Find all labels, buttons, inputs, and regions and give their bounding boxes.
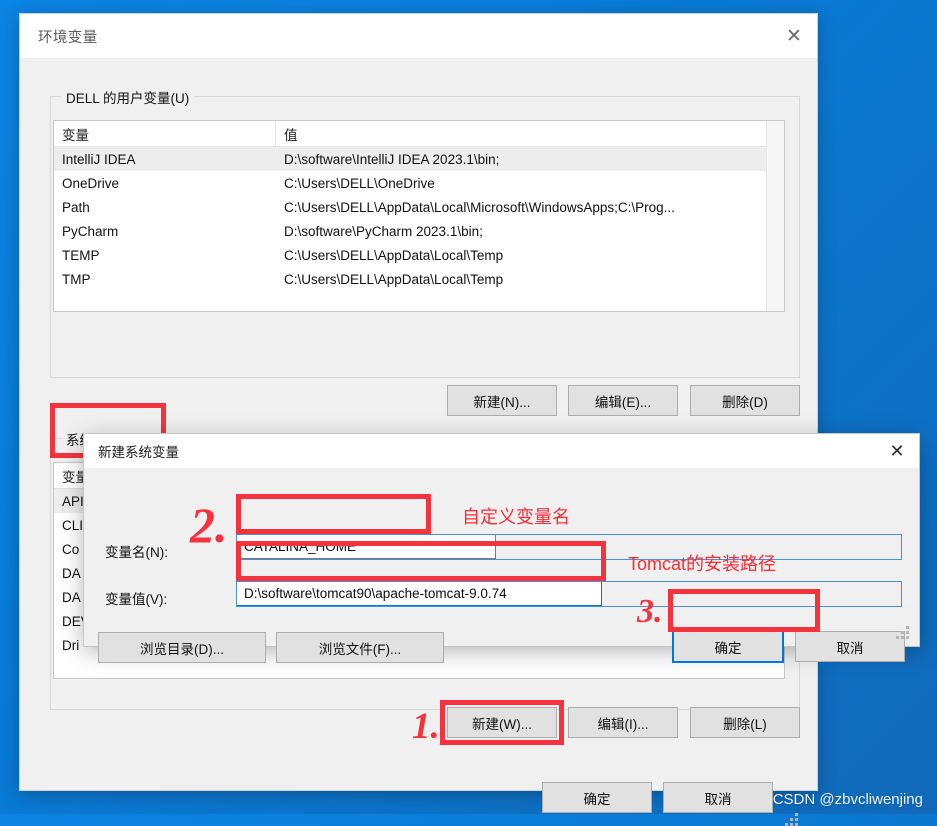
- cancel-button[interactable]: 取消: [663, 782, 773, 813]
- dialog-titlebar: 新建系统变量 ✕: [84, 434, 919, 468]
- row-variable-name: IntelliJ IDEA: [62, 151, 136, 167]
- user-delete-button[interactable]: 删除(D): [690, 385, 800, 416]
- annotation-marker-2: 2.: [190, 497, 228, 553]
- environment-variables-window: 环境变量 ✕ DELL 的用户变量(U) 变量 值 IntelliJ IDEA …: [20, 14, 817, 826]
- window-title: 环境变量: [38, 29, 98, 46]
- table-row[interactable]: Path C:\Users\DELL\AppData\Local\Microso…: [54, 195, 784, 219]
- row-variable-value: C:\Users\DELL\AppData\Local\Temp: [284, 247, 504, 263]
- csdn-watermark: CSDN @zbvcliwenjing: [772, 791, 923, 808]
- user-table-body: IntelliJ IDEA D:\software\IntelliJ IDEA …: [54, 147, 784, 291]
- dialog-title: 新建系统变量: [98, 445, 179, 460]
- system-new-button[interactable]: 新建(W)...: [447, 707, 557, 738]
- annotation-blue-box-name: [236, 534, 902, 560]
- annotation-note-variable-value: Tomcat的安装路径: [628, 554, 777, 574]
- annotation-marker-3: 3.: [637, 593, 663, 630]
- annotation-note-variable-name: 自定义变量名: [462, 507, 570, 527]
- window-body: DELL 的用户变量(U) 变量 值 IntelliJ IDEA D:\soft…: [20, 58, 817, 826]
- window-resize-grip[interactable]: [785, 813, 798, 826]
- row-variable-name: TMP: [62, 271, 91, 287]
- table-row[interactable]: IntelliJ IDEA D:\software\IntelliJ IDEA …: [54, 147, 784, 171]
- row-variable-value: C:\Users\DELL\OneDrive: [284, 175, 435, 191]
- user-variables-table[interactable]: 变量 值 IntelliJ IDEA D:\software\IntelliJ …: [53, 120, 785, 312]
- user-variables-label: DELL 的用户变量(U): [61, 87, 195, 107]
- row-variable-name: OneDrive: [62, 175, 120, 191]
- annotation-marker-1: 1.: [412, 706, 440, 747]
- table-row[interactable]: OneDrive C:\Users\DELL\OneDrive: [54, 171, 784, 195]
- table-row[interactable]: TMP C:\Users\DELL\AppData\Local\Temp: [54, 267, 784, 291]
- row-variable-value: C:\Users\DELL\AppData\Local\Microsoft\Wi…: [284, 199, 675, 215]
- row-variable-value: C:\Users\DELL\AppData\Local\Temp: [284, 271, 504, 287]
- close-icon[interactable]: ✕: [875, 434, 919, 468]
- system-edit-button[interactable]: 编辑(I)...: [568, 707, 678, 738]
- annotation-blue-box-value: [236, 581, 902, 607]
- row-variable-name: TEMP: [62, 247, 100, 263]
- variable-name-label: 变量名(N):: [105, 545, 168, 560]
- table-row[interactable]: TEMP C:\Users\DELL\AppData\Local\Temp: [54, 243, 784, 267]
- dialog-cancel-button[interactable]: 取消: [795, 631, 905, 662]
- user-col-value: 值: [284, 128, 298, 143]
- variable-value-label: 变量值(V):: [105, 592, 168, 607]
- table-row[interactable]: PyCharm D:\software\PyCharm 2023.1\bin;: [54, 219, 784, 243]
- system-delete-button[interactable]: 删除(L): [690, 707, 800, 738]
- browse-file-button[interactable]: 浏览文件(F)...: [276, 632, 444, 663]
- dialog-resize-grip[interactable]: [896, 626, 909, 639]
- browse-directory-button[interactable]: 浏览目录(D)...: [98, 632, 266, 663]
- row-variable-name: Path: [62, 199, 90, 215]
- user-table-scrollbar[interactable]: [766, 121, 784, 311]
- user-edit-button[interactable]: 编辑(E)...: [568, 385, 678, 416]
- close-icon[interactable]: ✕: [771, 14, 817, 58]
- row-variable-value: D:\software\PyCharm 2023.1\bin;: [284, 223, 483, 239]
- row-variable-value: D:\software\IntelliJ IDEA 2023.1\bin;: [284, 151, 500, 167]
- window-titlebar: 环境变量 ✕: [20, 14, 817, 58]
- user-col-name: 变量: [54, 121, 276, 146]
- user-table-header: 变量 值: [54, 121, 784, 147]
- dialog-body: 变量名(N): CATALINA_HOME 变量值(V): D:\softwar…: [84, 468, 919, 663]
- row-variable-name: PyCharm: [62, 223, 119, 239]
- dialog-ok-button[interactable]: 确定: [672, 630, 784, 663]
- ok-button[interactable]: 确定: [542, 782, 652, 813]
- user-new-button[interactable]: 新建(N)...: [447, 385, 557, 416]
